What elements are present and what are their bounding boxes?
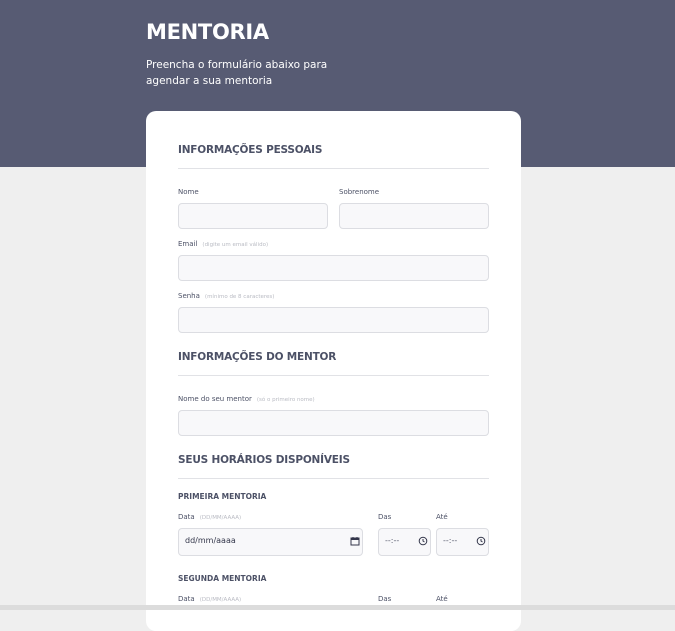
section-title-schedule: SEUS HORÁRIOS DISPONÍVEIS (178, 454, 350, 466)
second-date-label-text: Data (178, 595, 195, 603)
bottom-divider (0, 605, 675, 610)
second-to-label: Até (436, 595, 448, 603)
first-from-time-input[interactable]: --:-- (378, 528, 431, 556)
mentor-name-label: Nome do seu mentor (só o primeiro nome) (178, 395, 315, 403)
first-mentoring-title: PRIMEIRA MENTORIA (178, 492, 267, 501)
section-title-personal: INFORMAÇÕES PESSOAIS (178, 144, 323, 156)
password-label-text: Senha (178, 292, 200, 300)
section-divider (178, 168, 489, 169)
mentor-name-label-text: Nome do seu mentor (178, 395, 252, 403)
second-from-label: Das (378, 595, 392, 603)
page-subtitle: Preencha o formulário abaixo para agenda… (146, 59, 328, 87)
mentor-name-input[interactable] (178, 410, 489, 436)
first-name-label: Nome (178, 188, 199, 196)
first-date-value: dd/mm/aaaa (185, 536, 236, 545)
password-hint: (mínimo de 8 caracteres) (204, 294, 275, 300)
clock-icon[interactable] (476, 536, 486, 546)
first-date-label-text: Data (178, 513, 195, 521)
last-name-label: Sobrenome (339, 188, 380, 196)
first-date-label: Data (DD/MM/AAAA) (178, 513, 241, 521)
section-title-mentor: INFORMAÇÕES DO MENTOR (178, 351, 337, 363)
password-input[interactable] (178, 307, 489, 333)
calendar-icon[interactable] (350, 536, 360, 546)
first-date-hint: (DD/MM/AAAA) (199, 515, 242, 521)
first-name-input[interactable] (178, 203, 328, 229)
first-from-value: --:-- (385, 536, 400, 545)
clock-icon[interactable] (418, 536, 428, 546)
section-divider (178, 375, 489, 376)
email-label-text: Email (178, 240, 198, 248)
section-divider (178, 478, 489, 479)
password-label: Senha (mínimo de 8 caracteres) (178, 292, 274, 300)
page-title: MENTORIA (146, 20, 269, 44)
second-mentoring-title: SEGUNDA MENTORIA (178, 574, 267, 583)
email-label: Email (digite um email válido) (178, 240, 268, 248)
email-input[interactable] (178, 255, 489, 281)
first-to-value: --:-- (443, 536, 458, 545)
second-date-label: Data (DD/MM/AAAA) (178, 595, 241, 603)
last-name-input[interactable] (339, 203, 489, 229)
email-hint: (digite um email válido) (202, 242, 269, 248)
first-to-label: Até (436, 513, 448, 521)
form-card: INFORMAÇÕES PESSOAIS Nome Sobrenome Emai… (146, 111, 521, 631)
second-date-hint: (DD/MM/AAAA) (199, 597, 242, 603)
mentor-name-hint: (só o primeiro nome) (256, 397, 315, 403)
first-date-input[interactable]: dd/mm/aaaa (178, 528, 363, 556)
first-from-label: Das (378, 513, 392, 521)
first-to-time-input[interactable]: --:-- (436, 528, 489, 556)
